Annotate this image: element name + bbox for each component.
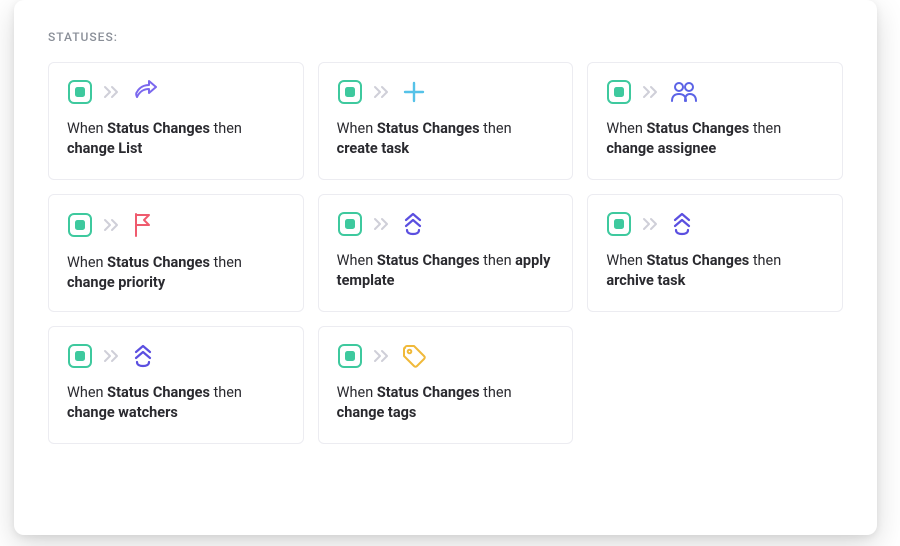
trigger-text: Status Changes — [646, 252, 749, 269]
card-icon-row — [67, 343, 285, 369]
action-text: change priority — [67, 274, 165, 291]
automation-card[interactable]: When Status Changes then change watchers — [48, 326, 304, 444]
card-description: When Status Changes then apply template — [337, 251, 555, 290]
trigger-text: Status Changes — [107, 120, 210, 137]
automation-card[interactable]: When Status Changes then archive task — [587, 194, 843, 312]
card-icon-row — [337, 79, 555, 105]
chevron-right-icon — [373, 349, 391, 363]
automation-panel: STATUSES: When Status Changes then chang… — [14, 0, 877, 535]
status-icon — [337, 343, 363, 369]
card-icon-row — [67, 79, 285, 105]
action-text: change assignee — [606, 140, 716, 157]
card-description: When Status Changes then change tags — [337, 383, 555, 422]
share-icon — [131, 79, 157, 105]
trigger-text: Status Changes — [646, 120, 749, 137]
card-description: When Status Changes then archive task — [606, 251, 824, 290]
card-description: When Status Changes then change List — [67, 119, 285, 158]
status-icon — [606, 211, 632, 237]
people-icon — [670, 80, 698, 104]
flag-icon — [131, 211, 155, 239]
trigger-text: Status Changes — [377, 252, 480, 269]
action-text: change tags — [337, 404, 417, 421]
chevron-right-icon — [642, 85, 660, 99]
chevron-right-icon — [642, 217, 660, 231]
card-description: When Status Changes then change priority — [67, 253, 285, 292]
chevron-right-icon — [103, 218, 121, 232]
action-text: create task — [337, 140, 410, 157]
card-icon-row — [67, 211, 285, 239]
automation-card[interactable]: When Status Changes then apply template — [318, 194, 574, 312]
archive-icon — [131, 343, 155, 369]
action-text: change watchers — [67, 404, 178, 421]
card-description: When Status Changes then change assignee — [606, 119, 824, 158]
trigger-text: Status Changes — [377, 120, 480, 137]
status-icon — [67, 212, 93, 238]
trigger-text: Status Changes — [107, 384, 210, 401]
automation-card[interactable]: When Status Changes then create task — [318, 62, 574, 180]
archive-icon — [670, 211, 694, 237]
trigger-text: Status Changes — [107, 254, 210, 271]
card-icon-row — [606, 211, 824, 237]
archive-icon — [401, 211, 425, 237]
card-description: When Status Changes then change watchers — [67, 383, 285, 422]
status-icon — [337, 211, 363, 237]
card-icon-row — [337, 211, 555, 237]
automation-card[interactable]: When Status Changes then change tags — [318, 326, 574, 444]
automation-card[interactable]: When Status Changes then change List — [48, 62, 304, 180]
plus-icon — [401, 79, 427, 105]
action-text: change List — [67, 140, 142, 157]
status-icon — [606, 79, 632, 105]
chevron-right-icon — [373, 85, 391, 99]
section-label: STATUSES: — [48, 30, 843, 44]
card-description: When Status Changes then create task — [337, 119, 555, 158]
trigger-text: Status Changes — [377, 384, 480, 401]
chevron-right-icon — [103, 349, 121, 363]
automation-grid: When Status Changes then change List Whe… — [48, 62, 843, 444]
card-icon-row — [606, 79, 824, 105]
automation-card[interactable]: When Status Changes then change priority — [48, 194, 304, 312]
action-text: archive task — [606, 272, 685, 289]
chevron-right-icon — [373, 217, 391, 231]
status-icon — [67, 343, 93, 369]
status-icon — [67, 79, 93, 105]
card-icon-row — [337, 343, 555, 369]
status-icon — [337, 79, 363, 105]
tag-icon — [401, 343, 427, 369]
chevron-right-icon — [103, 85, 121, 99]
automation-card[interactable]: When Status Changes then change assignee — [587, 62, 843, 180]
